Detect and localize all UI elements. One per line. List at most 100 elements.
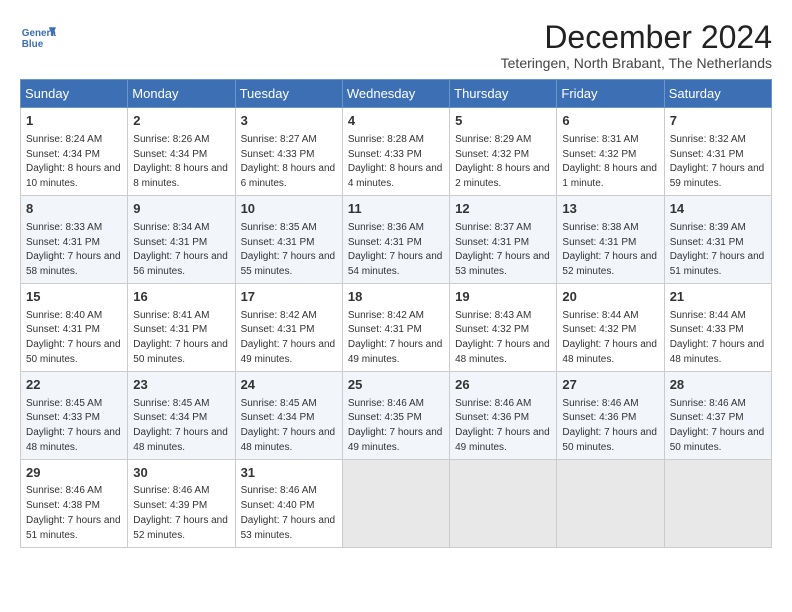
calendar-cell: 18 Sunrise: 8:42 AMSunset: 4:31 PMDayligh… xyxy=(342,284,449,372)
calendar-cell: 14 Sunrise: 8:39 AMSunset: 4:31 PMDayligh… xyxy=(664,196,771,284)
day-info: Sunrise: 8:45 AMSunset: 4:34 PMDaylight:… xyxy=(133,398,228,454)
day-number: 5 xyxy=(455,112,551,130)
day-info: Sunrise: 8:28 AMSunset: 4:33 PMDaylight:… xyxy=(348,134,443,190)
day-info: Sunrise: 8:46 AMSunset: 4:35 PMDaylight:… xyxy=(348,398,443,454)
day-info: Sunrise: 8:44 AMSunset: 4:32 PMDaylight:… xyxy=(562,310,657,366)
logo-icon: General Blue xyxy=(20,20,56,56)
calendar-cell: 6Sunrise: 8:31 AMSunset: 4:32 PMDaylight… xyxy=(557,108,664,196)
day-number: 13 xyxy=(562,200,658,218)
day-number: 20 xyxy=(562,288,658,306)
day-info: Sunrise: 8:42 AMSunset: 4:31 PMDaylight:… xyxy=(348,310,443,366)
day-number: 24 xyxy=(241,376,337,394)
day-info: Sunrise: 8:46 AMSunset: 4:40 PMDaylight:… xyxy=(241,485,336,541)
day-info: Sunrise: 8:45 AMSunset: 4:34 PMDaylight:… xyxy=(241,398,336,454)
col-header-wednesday: Wednesday xyxy=(342,80,449,108)
day-info: Sunrise: 8:43 AMSunset: 4:32 PMDaylight:… xyxy=(455,310,550,366)
calendar-cell: 19 Sunrise: 8:43 AMSunset: 4:32 PMDayligh… xyxy=(450,284,557,372)
day-number: 27 xyxy=(562,376,658,394)
day-info: Sunrise: 8:42 AMSunset: 4:31 PMDaylight:… xyxy=(241,310,336,366)
day-number: 26 xyxy=(455,376,551,394)
calendar-cell: 7 Sunrise: 8:32 AMSunset: 4:31 PMDaylight… xyxy=(664,108,771,196)
day-info: Sunrise: 8:37 AMSunset: 4:31 PMDaylight:… xyxy=(455,222,550,278)
calendar-cell xyxy=(342,459,449,547)
day-info: Sunrise: 8:46 AMSunset: 4:37 PMDaylight:… xyxy=(670,398,765,454)
calendar-cell xyxy=(664,459,771,547)
calendar-cell: 12 Sunrise: 8:37 AMSunset: 4:31 PMDayligh… xyxy=(450,196,557,284)
day-number: 22 xyxy=(26,376,122,394)
day-number: 11 xyxy=(348,200,444,218)
calendar-week-row: 15 Sunrise: 8:40 AMSunset: 4:31 PMDayligh… xyxy=(21,284,772,372)
calendar-cell: 3Sunrise: 8:27 AMSunset: 4:33 PMDaylight… xyxy=(235,108,342,196)
calendar-cell: 28 Sunrise: 8:46 AMSunset: 4:37 PMDayligh… xyxy=(664,371,771,459)
day-info: Sunrise: 8:46 AMSunset: 4:36 PMDaylight:… xyxy=(455,398,550,454)
day-number: 23 xyxy=(133,376,229,394)
day-info: Sunrise: 8:36 AMSunset: 4:31 PMDaylight:… xyxy=(348,222,443,278)
svg-text:Blue: Blue xyxy=(22,39,44,50)
col-header-tuesday: Tuesday xyxy=(235,80,342,108)
calendar-cell xyxy=(450,459,557,547)
calendar-cell: 25 Sunrise: 8:46 AMSunset: 4:35 PMDayligh… xyxy=(342,371,449,459)
day-number: 16 xyxy=(133,288,229,306)
day-info: Sunrise: 8:38 AMSunset: 4:31 PMDaylight:… xyxy=(562,222,657,278)
calendar-cell xyxy=(557,459,664,547)
day-info: Sunrise: 8:32 AMSunset: 4:31 PMDaylight:… xyxy=(670,134,765,190)
day-number: 25 xyxy=(348,376,444,394)
day-info: Sunrise: 8:35 AMSunset: 4:31 PMDaylight:… xyxy=(241,222,336,278)
day-info: Sunrise: 8:46 AMSunset: 4:39 PMDaylight:… xyxy=(133,485,228,541)
calendar-week-row: 22 Sunrise: 8:45 AMSunset: 4:33 PMDayligh… xyxy=(21,371,772,459)
day-number: 15 xyxy=(26,288,122,306)
day-info: Sunrise: 8:39 AMSunset: 4:31 PMDaylight:… xyxy=(670,222,765,278)
day-info: Sunrise: 8:41 AMSunset: 4:31 PMDaylight:… xyxy=(133,310,228,366)
calendar-cell: 5 Sunrise: 8:29 AMSunset: 4:32 PMDaylight… xyxy=(450,108,557,196)
day-number: 10 xyxy=(241,200,337,218)
calendar-cell: 4Sunrise: 8:28 AMSunset: 4:33 PMDaylight… xyxy=(342,108,449,196)
day-info: Sunrise: 8:24 AMSunset: 4:34 PMDaylight:… xyxy=(26,134,121,190)
day-info: Sunrise: 8:45 AMSunset: 4:33 PMDaylight:… xyxy=(26,398,121,454)
calendar-header-row: SundayMondayTuesdayWednesdayThursdayFrid… xyxy=(21,80,772,108)
calendar-cell: 23 Sunrise: 8:45 AMSunset: 4:34 PMDayligh… xyxy=(128,371,235,459)
calendar-cell: 31 Sunrise: 8:46 AMSunset: 4:40 PMDayligh… xyxy=(235,459,342,547)
day-info: Sunrise: 8:29 AMSunset: 4:32 PMDaylight:… xyxy=(455,134,550,190)
day-number: 8 xyxy=(26,200,122,218)
day-number: 31 xyxy=(241,464,337,482)
day-number: 28 xyxy=(670,376,766,394)
calendar-cell: 11 Sunrise: 8:36 AMSunset: 4:31 PMDayligh… xyxy=(342,196,449,284)
title-section: December 2024 Teteringen, North Brabant,… xyxy=(501,20,772,71)
calendar-cell: 17 Sunrise: 8:42 AMSunset: 4:31 PMDayligh… xyxy=(235,284,342,372)
col-header-sunday: Sunday xyxy=(21,80,128,108)
day-number: 1 xyxy=(26,112,122,130)
day-number: 18 xyxy=(348,288,444,306)
calendar-cell: 29 Sunrise: 8:46 AMSunset: 4:38 PMDayligh… xyxy=(21,459,128,547)
day-number: 2 xyxy=(133,112,229,130)
calendar-table: SundayMondayTuesdayWednesdayThursdayFrid… xyxy=(20,79,772,548)
day-number: 29 xyxy=(26,464,122,482)
day-number: 9 xyxy=(133,200,229,218)
day-number: 7 xyxy=(670,112,766,130)
day-number: 12 xyxy=(455,200,551,218)
calendar-week-row: 8Sunrise: 8:33 AMSunset: 4:31 PMDaylight… xyxy=(21,196,772,284)
day-number: 3 xyxy=(241,112,337,130)
calendar-cell: 2 Sunrise: 8:26 AMSunset: 4:34 PMDaylight… xyxy=(128,108,235,196)
calendar-week-row: 29 Sunrise: 8:46 AMSunset: 4:38 PMDayligh… xyxy=(21,459,772,547)
calendar-cell: 21 Sunrise: 8:44 AMSunset: 4:33 PMDayligh… xyxy=(664,284,771,372)
calendar-cell: 30 Sunrise: 8:46 AMSunset: 4:39 PMDayligh… xyxy=(128,459,235,547)
day-number: 17 xyxy=(241,288,337,306)
col-header-saturday: Saturday xyxy=(664,80,771,108)
day-number: 30 xyxy=(133,464,229,482)
calendar-cell: 15 Sunrise: 8:40 AMSunset: 4:31 PMDayligh… xyxy=(21,284,128,372)
day-number: 14 xyxy=(670,200,766,218)
day-info: Sunrise: 8:26 AMSunset: 4:34 PMDaylight:… xyxy=(133,134,228,190)
calendar-cell: 8Sunrise: 8:33 AMSunset: 4:31 PMDaylight… xyxy=(21,196,128,284)
calendar-cell: 13 Sunrise: 8:38 AMSunset: 4:31 PMDayligh… xyxy=(557,196,664,284)
calendar-cell: 26 Sunrise: 8:46 AMSunset: 4:36 PMDayligh… xyxy=(450,371,557,459)
day-number: 19 xyxy=(455,288,551,306)
day-info: Sunrise: 8:34 AMSunset: 4:31 PMDaylight:… xyxy=(133,222,228,278)
day-info: Sunrise: 8:46 AMSunset: 4:38 PMDaylight:… xyxy=(26,485,121,541)
col-header-friday: Friday xyxy=(557,80,664,108)
day-info: Sunrise: 8:44 AMSunset: 4:33 PMDaylight:… xyxy=(670,310,765,366)
day-info: Sunrise: 8:40 AMSunset: 4:31 PMDaylight:… xyxy=(26,310,121,366)
logo: General Blue xyxy=(20,20,56,56)
calendar-cell: 24 Sunrise: 8:45 AMSunset: 4:34 PMDayligh… xyxy=(235,371,342,459)
day-number: 21 xyxy=(670,288,766,306)
col-header-monday: Monday xyxy=(128,80,235,108)
